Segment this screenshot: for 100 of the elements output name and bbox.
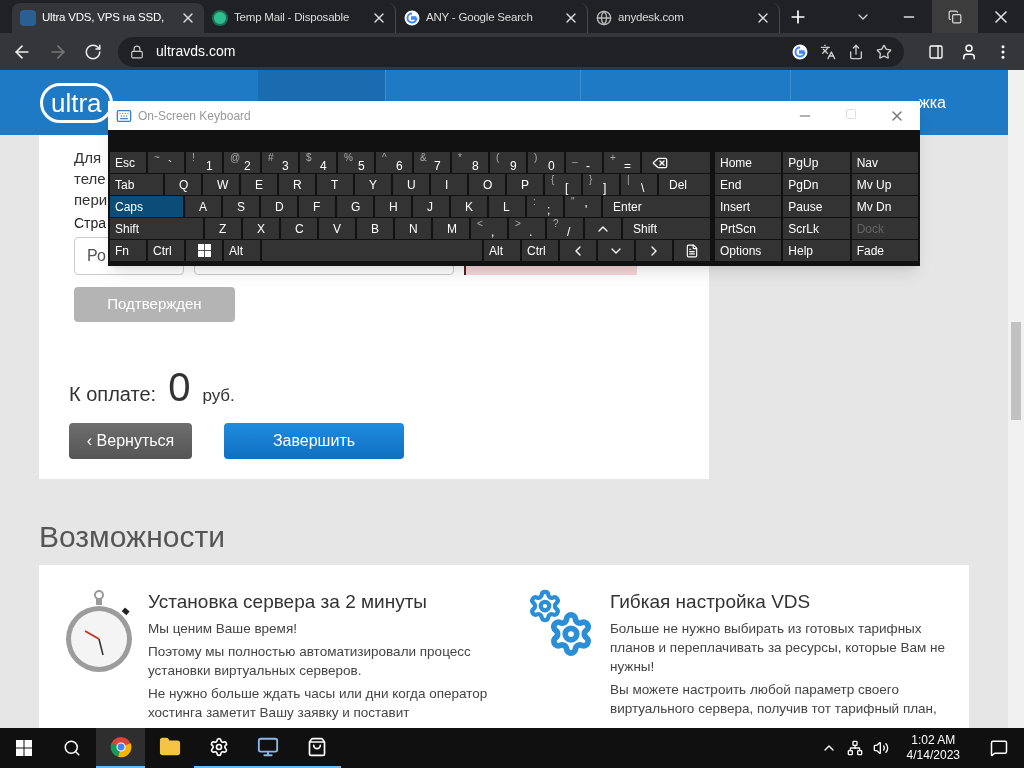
key[interactable]: " ' [565,196,601,217]
key[interactable]: ? / [547,218,583,239]
caps-lock-key[interactable]: Caps [110,196,183,217]
key[interactable]: X [243,218,279,239]
key[interactable]: Help [783,240,850,261]
key[interactable]: } ] [583,174,619,195]
key[interactable]: Fn [110,240,146,261]
key[interactable]: Esc [110,152,146,173]
key[interactable]: T [317,174,353,195]
key[interactable]: Shift [623,218,710,239]
finish-button[interactable]: Завершить [224,423,404,459]
volume-icon[interactable] [872,740,889,756]
windows-key[interactable] [186,240,222,261]
key[interactable]: ! 1 [186,152,222,173]
key[interactable]: Ctrl [522,240,558,261]
key[interactable]: Mv Up [851,174,918,195]
reload-icon[interactable] [84,42,102,61]
key[interactable]: PrtScn [715,218,782,239]
down-key[interactable] [598,240,634,261]
backspace-key[interactable] [642,152,710,173]
key[interactable]: B [357,218,393,239]
key[interactable]: Q [165,174,201,195]
key[interactable]: G [337,196,373,217]
key[interactable]: Enter [603,196,710,217]
key[interactable]: < , [471,218,507,239]
key[interactable]: ScrLk [783,218,850,239]
scrollbar[interactable] [1008,70,1024,728]
profile-icon[interactable] [960,42,978,61]
address-bar[interactable]: ultravds.com [118,36,904,67]
restore-icon[interactable] [948,9,962,24]
key[interactable]: S [223,196,259,217]
right-key[interactable] [636,240,672,261]
key[interactable]: K [451,196,487,217]
key[interactable]: Alt [484,240,520,261]
notification-icon[interactable] [990,739,1008,757]
key[interactable]: { [ [545,174,581,195]
key[interactable]: : ; [527,196,563,217]
up-key[interactable] [585,218,621,239]
key[interactable]: ~ ` [148,152,184,173]
key[interactable]: & 7 [414,152,450,173]
clock-time[interactable]: 1:02 AM [911,733,956,748]
key[interactable]: Home [715,152,782,173]
key[interactable]: N [395,218,431,239]
key[interactable]: U [393,174,429,195]
clock-date[interactable]: 4/14/2023 [906,748,960,763]
key[interactable]: Nav [851,152,918,173]
key[interactable]: Pause [783,196,850,217]
left-key[interactable] [560,240,596,261]
key[interactable]: H [375,196,411,217]
key[interactable]: Insert [715,196,782,217]
key[interactable]: End [715,174,782,195]
key[interactable]: Del [659,174,710,195]
key[interactable]: Y [355,174,391,195]
key[interactable]: PgDn [783,174,850,195]
taskbar-app[interactable] [96,728,145,768]
key[interactable]: Mv Dn [851,196,918,217]
key[interactable]: Options [715,240,782,261]
translate-icon[interactable] [820,43,836,60]
key[interactable]: PgUp [783,152,850,173]
browser-tab[interactable]: Ultra VDS, VPS на SSD, [12,3,204,33]
key[interactable]: > . [509,218,545,239]
key[interactable]: O [469,174,505,195]
key[interactable]: Shift [110,218,203,239]
network-icon[interactable] [846,740,863,756]
side-panel-icon[interactable] [928,43,944,60]
key[interactable]: # 3 [262,152,298,173]
key[interactable]: * 8 [452,152,488,173]
key[interactable]: Ctrl [148,240,184,261]
key[interactable]: @ 2 [224,152,260,173]
key[interactable]: W [203,174,239,195]
key[interactable]: ( 9 [490,152,526,173]
key[interactable]: P [507,174,543,195]
key[interactable]: + = [604,152,640,173]
key[interactable]: Tab [110,174,163,195]
key[interactable]: ) 0 [528,152,564,173]
key[interactable]: L [489,196,525,217]
key[interactable]: | \ [621,174,657,195]
key[interactable]: E [241,174,277,195]
menu-key[interactable] [674,240,710,261]
key[interactable]: _ - [566,152,602,173]
key[interactable]: F [299,196,335,217]
key[interactable]: A [185,196,221,217]
key[interactable]: C [281,218,317,239]
back-button[interactable]: ‹ Вернуться [69,423,192,459]
key[interactable]: % 5 [338,152,374,173]
key[interactable]: I [431,174,467,195]
key[interactable]: R [279,174,315,195]
key[interactable]: V [319,218,355,239]
key[interactable]: M [433,218,469,239]
key[interactable]: Alt [224,240,260,261]
key[interactable]: Fade [851,240,918,261]
key[interactable]: ^ 6 [376,152,412,173]
search-icon[interactable] [63,739,81,757]
scrollbar-thumb[interactable] [1011,322,1021,420]
key[interactable]: Z [205,218,241,239]
key[interactable]: D [261,196,297,217]
key[interactable]: J [413,196,449,217]
bookmark-star-icon[interactable] [876,43,892,60]
share-icon[interactable] [848,43,864,60]
key[interactable]: $ 4 [300,152,336,173]
